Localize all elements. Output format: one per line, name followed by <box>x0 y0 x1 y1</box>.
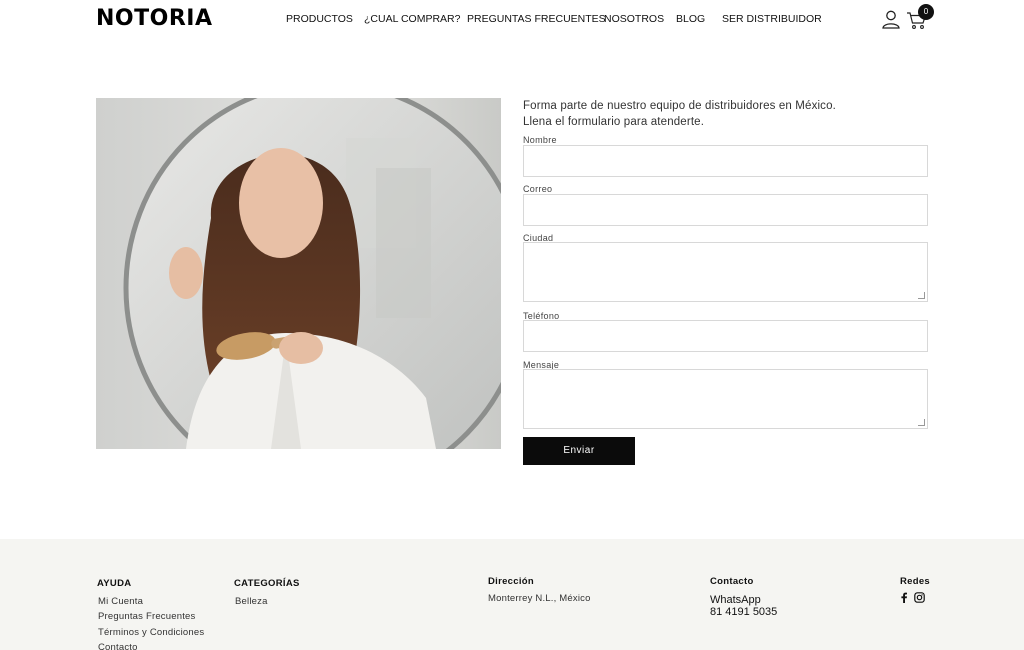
footer-link-belleza[interactable]: Belleza <box>235 596 268 607</box>
nav-productos[interactable]: PRODUCTOS <box>286 13 353 25</box>
footer-ayuda-title: AYUDA <box>97 578 132 589</box>
footer-direccion-text: Monterrey N.L., México <box>488 593 591 604</box>
user-icon[interactable] <box>881 9 901 29</box>
site-logo[interactable]: NOTORIA <box>96 6 212 31</box>
facebook-icon[interactable] <box>900 592 908 603</box>
footer-link-terminos[interactable]: Términos y Condiciones <box>98 627 204 638</box>
footer-whatsapp-phone[interactable]: 81 4191 5035 <box>710 606 777 618</box>
nav-cual-comprar[interactable]: ¿CUAL COMPRAR? <box>364 13 460 25</box>
nav-preguntas-frecuentes[interactable]: PREGUNTAS FRECUENTES <box>467 13 606 25</box>
social-links <box>900 592 925 603</box>
footer-whatsapp-label: WhatsApp <box>710 594 761 606</box>
enviar-button[interactable]: Enviar <box>523 437 635 465</box>
footer-redes-title: Redes <box>900 576 931 587</box>
footer-link-mi-cuenta[interactable]: Mi Cuenta <box>98 596 143 607</box>
instagram-icon[interactable] <box>914 592 925 603</box>
cart-count-badge: 0 <box>918 4 934 20</box>
hero-photo <box>96 98 501 449</box>
footer-categorias-title: CATEGORÍAS <box>234 578 300 589</box>
nombre-input[interactable] <box>523 145 928 177</box>
site-header: NOTORIA PRODUCTOS ¿CUAL COMPRAR? PREGUNT… <box>0 0 1024 40</box>
footer-link-preguntas[interactable]: Preguntas Frecuentes <box>98 611 195 622</box>
footer-link-contacto[interactable]: Contacto <box>98 642 138 650</box>
nav-blog[interactable]: BLOG <box>676 13 705 25</box>
ciudad-textarea[interactable] <box>523 242 928 302</box>
footer-direccion-title: Dirección <box>488 576 534 587</box>
footer-contacto-title: Contacto <box>710 576 754 587</box>
nav-nosotros[interactable]: NOSOTROS <box>604 13 664 25</box>
form-intro: Forma parte de nuestro equipo de distrib… <box>523 98 836 130</box>
intro-line-1: Forma parte de nuestro equipo de distrib… <box>523 100 836 112</box>
label-correo: Correo <box>523 184 553 194</box>
intro-line-2: Llena el formulario para atenderte. <box>523 116 705 128</box>
mensaje-textarea[interactable] <box>523 369 928 429</box>
label-nombre: Nombre <box>523 135 557 145</box>
nav-ser-distribuidor[interactable]: SER DISTRIBUIDOR <box>722 13 822 25</box>
telefono-input[interactable] <box>523 320 928 352</box>
correo-input[interactable] <box>523 194 928 226</box>
